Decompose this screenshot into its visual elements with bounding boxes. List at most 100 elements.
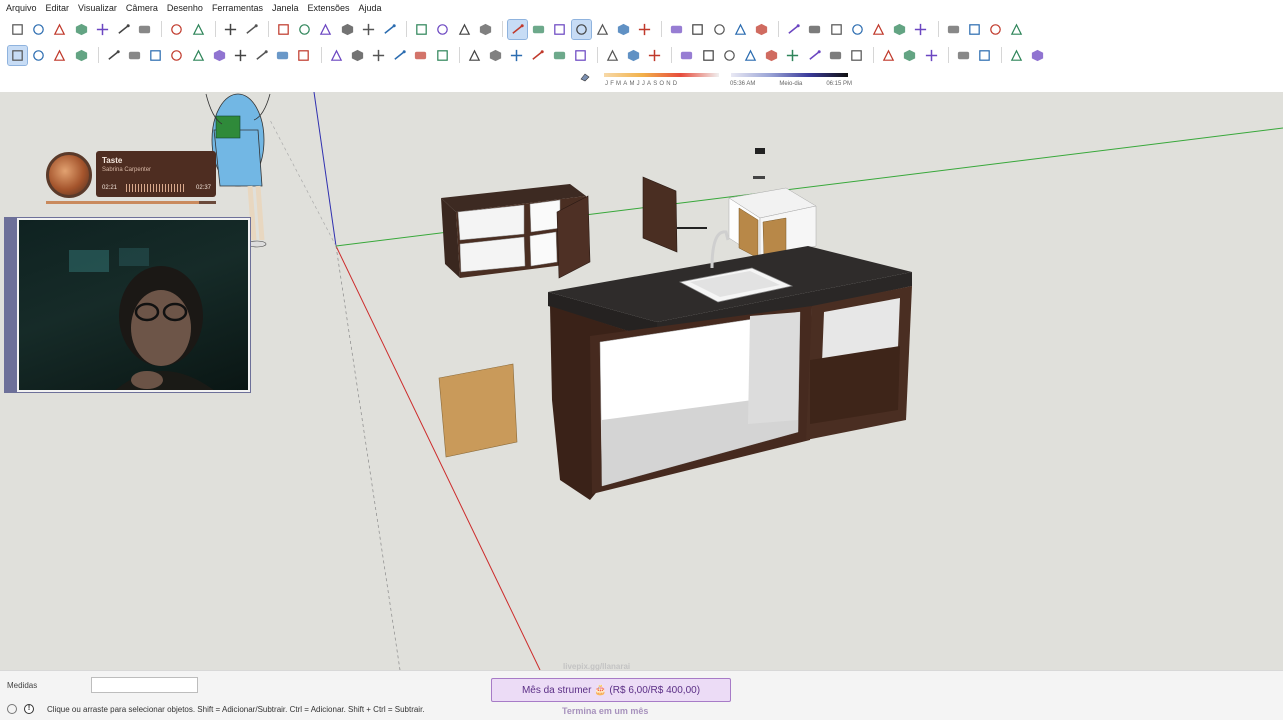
follow-me-icon[interactable]	[390, 46, 409, 65]
cut-icon[interactable]	[72, 20, 91, 39]
zoom-extents-icon[interactable]	[762, 46, 781, 65]
two-point-arc-icon[interactable]	[252, 46, 271, 65]
redo-icon[interactable]	[189, 20, 208, 39]
measurements-input[interactable]	[91, 677, 198, 693]
arc-icon[interactable]	[231, 46, 250, 65]
front-view-icon[interactable]	[316, 20, 335, 39]
pencil-icon[interactable]	[104, 46, 123, 65]
menu-item-3[interactable]: Câmera	[126, 3, 158, 13]
top-view-icon[interactable]	[295, 20, 314, 39]
solid-trim-icon[interactable]	[731, 20, 750, 39]
monochrome-icon[interactable]	[635, 20, 654, 39]
pan-icon[interactable]	[433, 20, 452, 39]
material-icon[interactable]	[848, 20, 867, 39]
solid-intersect-icon[interactable]	[710, 20, 729, 39]
three-point-arc-icon[interactable]	[273, 46, 292, 65]
protractor-icon[interactable]	[507, 46, 526, 65]
dashed-box-icon[interactable]	[1028, 46, 1047, 65]
rectangle-icon[interactable]	[146, 46, 165, 65]
wireframe-icon[interactable]	[550, 20, 569, 39]
menu-item-0[interactable]: Arquivo	[6, 3, 37, 13]
section-plane-icon[interactable]	[476, 20, 495, 39]
back-view-icon[interactable]	[359, 20, 378, 39]
scale-icon[interactable]	[411, 46, 430, 65]
polygon-icon[interactable]	[210, 46, 229, 65]
stamp-icon[interactable]	[624, 46, 643, 65]
select-icon[interactable]	[7, 44, 28, 66]
solid-union-icon[interactable]	[667, 20, 686, 39]
paste-icon[interactable]	[114, 20, 133, 39]
menu-item-1[interactable]: Editar	[46, 3, 70, 13]
component-icon[interactable]	[827, 20, 846, 39]
account-icon[interactable]	[1007, 20, 1026, 39]
zoom-extents-icon[interactable]	[455, 20, 474, 39]
axes-icon[interactable]	[550, 46, 569, 65]
move-icon[interactable]	[327, 46, 346, 65]
solid-split-icon[interactable]	[752, 20, 771, 39]
menu-item-5[interactable]: Ferramentas	[212, 3, 263, 13]
hidden-line-icon[interactable]	[570, 18, 592, 40]
sun-icon[interactable]	[580, 72, 590, 82]
curve-icon[interactable]	[975, 46, 994, 65]
info-icon[interactable]	[965, 20, 984, 39]
print-icon[interactable]	[221, 20, 240, 39]
orbit-icon[interactable]	[412, 20, 431, 39]
pie-icon[interactable]	[294, 46, 313, 65]
undo-icon[interactable]	[167, 20, 186, 39]
zoom-window-icon[interactable]	[741, 46, 760, 65]
cart-icon[interactable]	[986, 20, 1005, 39]
new-file-icon[interactable]	[8, 20, 27, 39]
shaded-icon[interactable]	[593, 20, 612, 39]
xray-icon[interactable]	[506, 18, 528, 40]
model-info-icon[interactable]	[242, 20, 261, 39]
previous-view-icon[interactable]	[783, 46, 802, 65]
flip-icon[interactable]	[879, 46, 898, 65]
drape-icon[interactable]	[645, 46, 664, 65]
right-view-icon[interactable]	[338, 20, 357, 39]
copy-icon[interactable]	[93, 20, 112, 39]
textured-icon[interactable]	[614, 20, 633, 39]
zoom-icon[interactable]	[720, 46, 739, 65]
menu-item-7[interactable]: Extensões	[308, 3, 350, 13]
time-slider[interactable]	[731, 73, 848, 77]
layout-icon[interactable]	[944, 20, 963, 39]
menu-item-6[interactable]: Janela	[272, 3, 299, 13]
tape-measure-icon[interactable]	[465, 46, 484, 65]
walk-icon[interactable]	[847, 46, 866, 65]
box-icon[interactable]	[900, 46, 919, 65]
month-slider[interactable]	[604, 73, 719, 77]
paint-bucket-icon[interactable]	[50, 46, 69, 65]
menu-item-2[interactable]: Visualizar	[78, 3, 117, 13]
position-camera-icon[interactable]	[805, 46, 824, 65]
extension-icon[interactable]	[805, 20, 824, 39]
rotated-rectangle-icon[interactable]	[167, 46, 186, 65]
freehand-icon[interactable]	[125, 46, 144, 65]
circle-icon[interactable]	[189, 46, 208, 65]
text-icon[interactable]	[528, 46, 547, 65]
sandbox-icon[interactable]	[603, 46, 622, 65]
menu-item-4[interactable]: Desenho	[167, 3, 203, 13]
open-folder-icon[interactable]	[29, 20, 48, 39]
section-cut-icon[interactable]	[699, 46, 718, 65]
solid-subtract-icon[interactable]	[688, 20, 707, 39]
cloud-icon[interactable]	[890, 20, 909, 39]
iso-view-icon[interactable]	[274, 20, 293, 39]
look-around-icon[interactable]	[826, 46, 845, 65]
style-icon[interactable]	[869, 20, 888, 39]
left-view-icon[interactable]	[380, 20, 399, 39]
help-icon[interactable]: !	[24, 704, 34, 714]
erase-icon[interactable]	[135, 20, 154, 39]
solid-box-icon[interactable]	[922, 46, 941, 65]
mirror-icon[interactable]	[954, 46, 973, 65]
component-icon[interactable]	[29, 46, 48, 65]
dimension-icon[interactable]	[486, 46, 505, 65]
rotate-icon[interactable]	[369, 46, 388, 65]
eraser-icon[interactable]	[72, 46, 91, 65]
push-pull-icon[interactable]	[348, 46, 367, 65]
offset-icon[interactable]	[433, 46, 452, 65]
panel-icon[interactable]	[1007, 46, 1026, 65]
save-icon[interactable]	[50, 20, 69, 39]
3d-text-icon[interactable]	[571, 46, 590, 65]
geo-location-icon[interactable]	[7, 704, 17, 714]
settings-icon[interactable]	[911, 20, 930, 39]
